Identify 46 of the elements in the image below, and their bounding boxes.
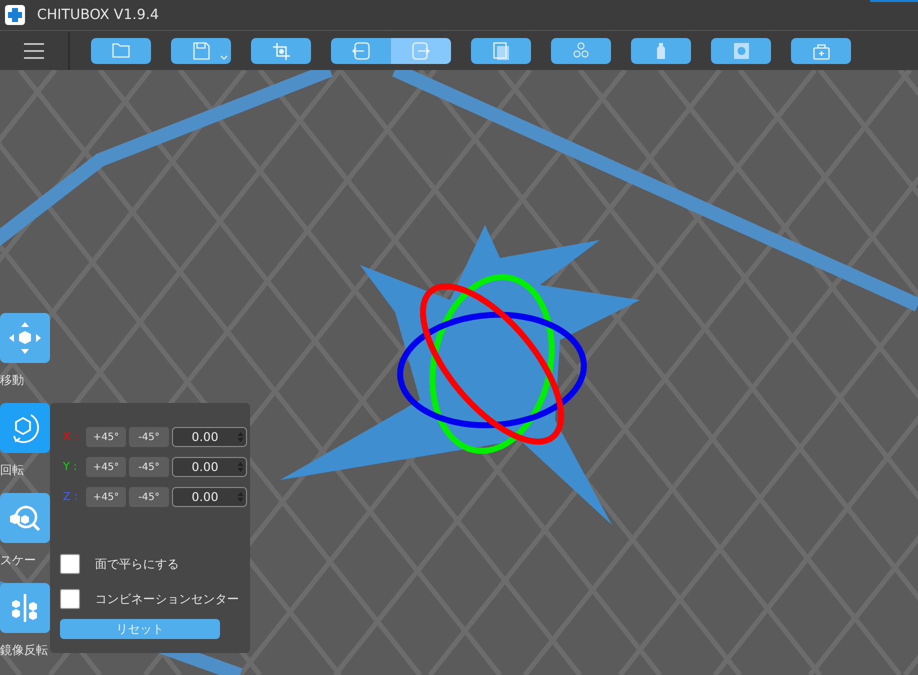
- toolbar-button[interactable]: [631, 38, 691, 64]
- case-plus-icon: [812, 42, 830, 60]
- checkbox-label: 面で平らにする: [95, 556, 179, 573]
- chevron-down-icon: [220, 54, 228, 60]
- plus-45-button[interactable]: +45°: [86, 457, 126, 477]
- plus-45-button[interactable]: +45°: [86, 487, 126, 507]
- toolbar-button[interactable]: [171, 38, 231, 64]
- axis-label: Z :: [62, 488, 79, 505]
- spin-arrows-icon: [237, 491, 244, 503]
- angle-spin-field[interactable]: 0.00: [172, 487, 247, 507]
- folder-icon: [112, 42, 130, 60]
- window-title: CHITUBOX V1.9.4: [37, 6, 159, 24]
- toolbar-button[interactable]: [331, 38, 391, 64]
- spin-arrows-icon: [237, 431, 244, 443]
- plus-45-button[interactable]: +45°: [86, 427, 126, 447]
- checkbox[interactable]: [60, 589, 80, 609]
- minus-45-button[interactable]: -45°: [129, 457, 169, 477]
- angle-spin-field[interactable]: 0.00: [172, 427, 247, 447]
- minus-45-button[interactable]: -45°: [129, 427, 169, 447]
- axis-label: Y :: [62, 458, 78, 475]
- angle-spin-field[interactable]: 0.00: [172, 457, 247, 477]
- minus-45-button[interactable]: -45°: [129, 487, 169, 507]
- toolbar-button[interactable]: [791, 38, 851, 64]
- arrow-left-icon: [352, 42, 370, 60]
- checkbox[interactable]: [60, 554, 80, 574]
- spin-arrows-icon: [237, 461, 244, 473]
- axis-label: X :: [62, 428, 79, 445]
- toolbar-button[interactable]: [91, 38, 151, 64]
- toolbar-button[interactable]: [391, 38, 451, 64]
- tool-label: 回転: [0, 462, 24, 479]
- toolbar-button[interactable]: [251, 38, 311, 64]
- title-accent-bar: [870, 0, 918, 2]
- toolbar-button[interactable]: [711, 38, 771, 64]
- document-icon: [492, 42, 510, 60]
- checkbox-label: コンビネーションセンター: [95, 591, 239, 608]
- arrow-right-icon: [412, 42, 430, 60]
- menu-icon: [24, 42, 44, 58]
- tool-button[interactable]: [0, 403, 50, 453]
- tool-label: 鏡像反転: [0, 642, 48, 659]
- cross-arrows-cube-icon: [7, 320, 43, 356]
- toolbar-button[interactable]: [551, 38, 611, 64]
- crop-icon: [272, 42, 290, 60]
- tool-label: 移動: [0, 372, 24, 389]
- tool-label: スケー: [0, 552, 36, 569]
- toolbar-button[interactable]: [471, 38, 531, 64]
- app-logo-icon: [5, 5, 25, 25]
